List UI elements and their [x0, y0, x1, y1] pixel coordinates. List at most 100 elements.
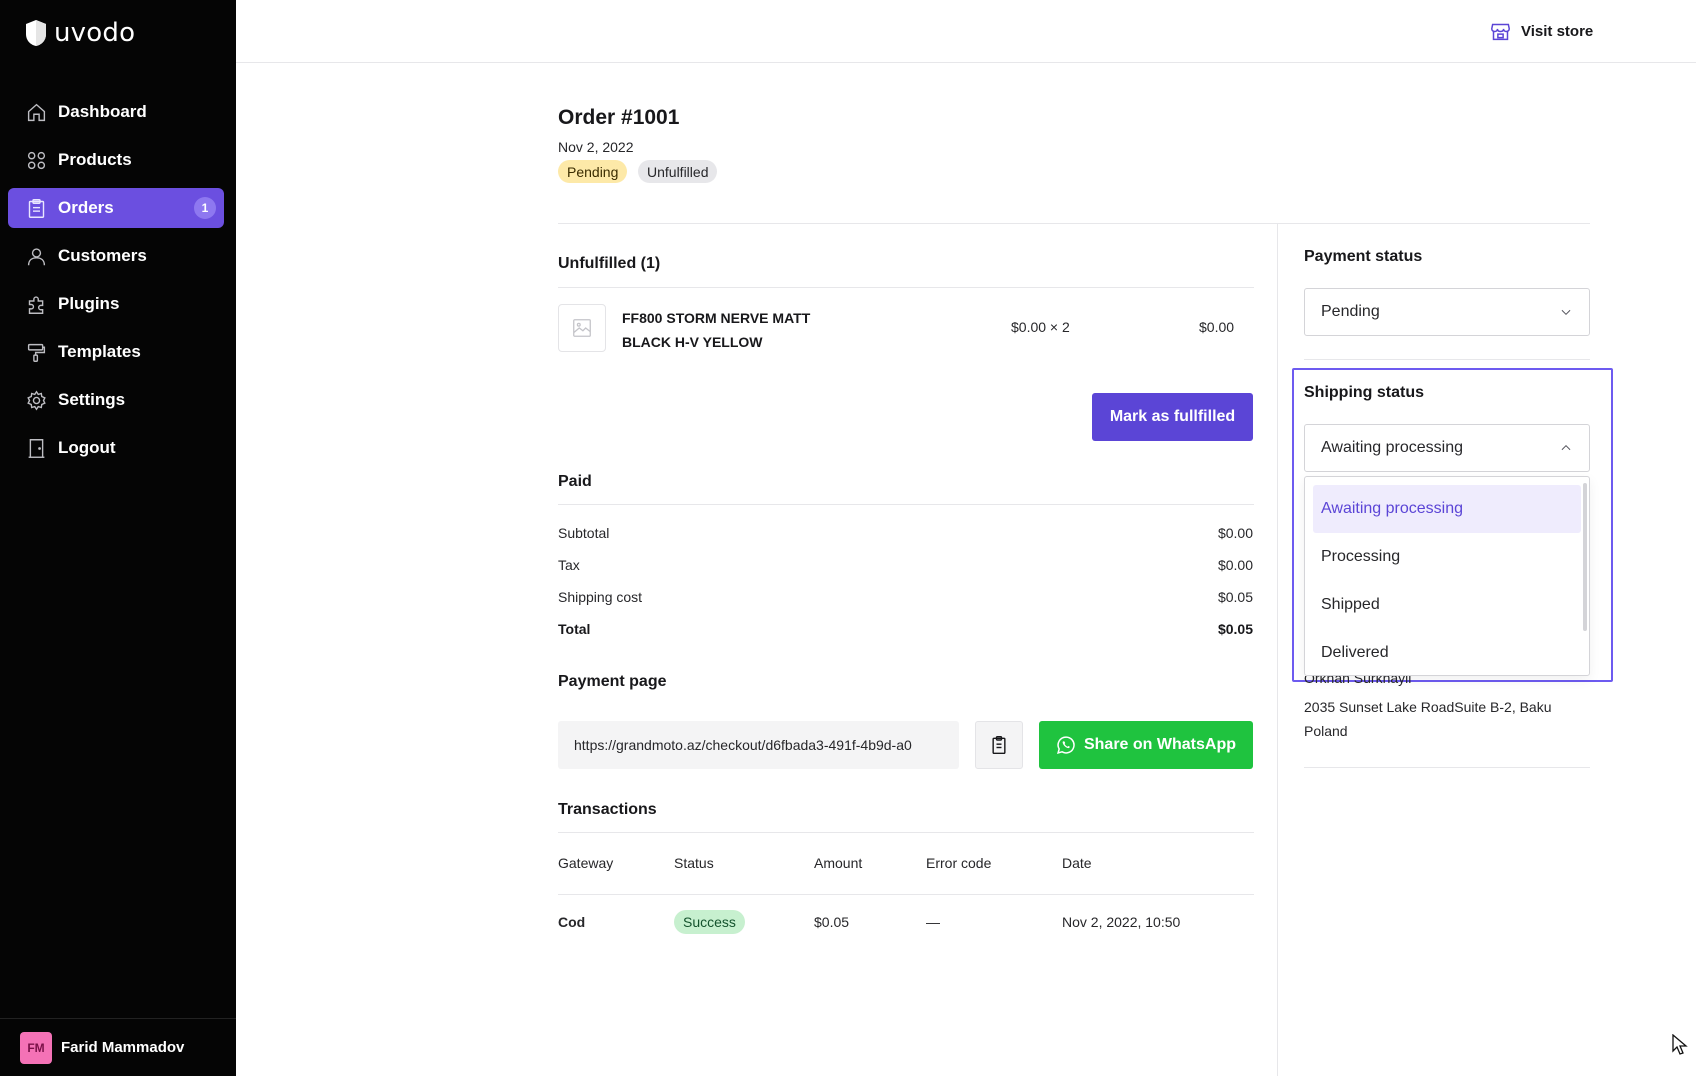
logo[interactable]: uvodo — [24, 18, 135, 48]
avatar: FM — [20, 1031, 52, 1064]
shipping-status-dropdown: Awaiting processing Processing Shipped D… — [1304, 476, 1590, 676]
sidebar-item-orders[interactable]: Orders 1 — [8, 188, 224, 228]
option-delivered[interactable]: Delivered — [1313, 629, 1581, 675]
chevron-up-icon — [1561, 445, 1571, 451]
whatsapp-icon — [1056, 736, 1075, 754]
product-name[interactable]: FF800 STORM NERVE MATT BLACK H-V YELLOW — [622, 306, 842, 354]
total-value: $0.05 — [1217, 621, 1253, 637]
sidebar-nav: Dashboard Products Orders 1 Customers Pl… — [8, 92, 224, 476]
product-thumbnail — [558, 304, 606, 352]
divider — [1304, 767, 1590, 768]
shipping-cost-value: $0.05 — [1217, 589, 1253, 605]
column-header-gateway: Gateway — [558, 855, 614, 871]
sidebar-item-label: Logout — [58, 438, 116, 457]
product-price-quantity: $0.00 × 2 — [1011, 319, 1070, 335]
sidebar-item-customers[interactable]: Customers — [8, 236, 224, 276]
image-placeholder-icon — [573, 319, 591, 337]
unfulfilled-title: Unfulfilled (1) — [558, 255, 661, 272]
sidebar-item-label: Orders — [58, 198, 114, 217]
visit-store-label: Visit store — [1521, 23, 1594, 40]
transaction-date: Nov 2, 2022, 10:50 — [1062, 914, 1181, 930]
topbar — [236, 0, 1696, 63]
divider — [558, 894, 1254, 895]
sidebar-item-label: Templates — [58, 342, 141, 361]
column-header-error-code: Error code — [926, 855, 992, 871]
sidebar-item-label: Products — [58, 150, 132, 169]
sidebar-item-dashboard[interactable]: Dashboard — [8, 92, 224, 132]
column-header-amount: Amount — [814, 855, 863, 871]
product-line-total: $0.00 — [1199, 319, 1235, 335]
column-header-date: Date — [1062, 855, 1092, 871]
subtotal-label: Subtotal — [558, 525, 610, 541]
payment-status-badge: Pending — [558, 160, 628, 183]
tax-value: $0.00 — [1217, 557, 1253, 573]
tax-label: Tax — [558, 557, 580, 573]
address-line-1: 2035 Sunset Lake RoadSuite B-2, Baku — [1304, 699, 1552, 715]
column-header-status: Status — [674, 855, 714, 871]
user-name: Farid Mammadov — [61, 1039, 185, 1056]
chevron-down-icon — [1561, 309, 1571, 315]
user-profile[interactable]: FM Farid Mammadov — [0, 1018, 236, 1076]
option-processing[interactable]: Processing — [1313, 533, 1581, 581]
divider — [558, 223, 1590, 224]
transactions-title: Transactions — [558, 801, 657, 818]
visit-store-link[interactable]: Visit store — [1490, 21, 1593, 42]
gear-icon — [25, 389, 47, 411]
sidebar-item-label: Customers — [58, 246, 147, 265]
sidebar-item-logout[interactable]: Logout — [8, 428, 224, 468]
sidebar-item-settings[interactable]: Settings — [8, 380, 224, 420]
sidebar: uvodo Dashboard Products Orders 1 Custom… — [0, 0, 236, 1076]
sidebar-item-label: Plugins — [58, 294, 120, 313]
mark-as-fulfilled-button[interactable]: Mark as fullfilled — [1092, 393, 1253, 441]
shipping-status-value: Awaiting processing — [1321, 439, 1464, 456]
share-whatsapp-label: Share on WhatsApp — [1083, 736, 1236, 753]
sidebar-item-label: Dashboard — [58, 102, 147, 121]
sidebar-item-products[interactable]: Products — [8, 140, 224, 180]
clipboard-icon — [25, 197, 47, 219]
subtotal-value: $0.00 — [1217, 525, 1253, 541]
payment-page-title: Payment page — [558, 673, 667, 690]
grid-icon — [25, 149, 47, 171]
mouse-cursor-icon — [1672, 1034, 1688, 1055]
divider — [558, 832, 1254, 833]
share-whatsapp-button[interactable]: Share on WhatsApp — [1039, 721, 1253, 769]
shipping-status-select[interactable]: Awaiting processing — [1304, 424, 1590, 472]
user-icon — [25, 245, 47, 267]
paint-roller-icon — [25, 341, 47, 363]
clipboard-copy-icon — [992, 735, 1006, 755]
address-country: Poland — [1304, 723, 1348, 739]
paid-title: Paid — [558, 473, 592, 490]
transaction-amount: $0.05 — [814, 914, 850, 930]
door-icon — [25, 437, 47, 459]
copy-url-button[interactable] — [975, 721, 1023, 769]
home-icon — [25, 101, 47, 123]
shipping-status-title: Shipping status — [1304, 384, 1424, 401]
payment-status-select[interactable]: Pending — [1304, 288, 1590, 336]
payment-status-value: Pending — [1321, 303, 1380, 320]
transaction-gateway: Cod — [558, 914, 586, 930]
address-name: Orkhan Surkhayli — [1304, 676, 1594, 688]
dropdown-scrollbar[interactable] — [1583, 483, 1587, 631]
sidebar-item-label: Settings — [58, 390, 126, 409]
shipping-cost-label: Shipping cost — [558, 589, 643, 605]
fulfillment-status-badge: Unfulfilled — [638, 160, 718, 183]
orders-count-badge: 1 — [194, 197, 216, 219]
transaction-error-code: — — [926, 914, 940, 930]
payment-url-field[interactable] — [558, 721, 959, 769]
logo-text: uvodo — [54, 18, 136, 48]
payment-status-title: Payment status — [1304, 248, 1423, 265]
divider — [1304, 359, 1590, 360]
sidebar-item-templates[interactable]: Templates — [8, 332, 224, 372]
option-awaiting-processing[interactable]: Awaiting processing — [1313, 485, 1581, 533]
sidebar-item-plugins[interactable]: Plugins — [8, 284, 224, 324]
option-shipped[interactable]: Shipped — [1313, 581, 1581, 629]
column-divider — [1277, 223, 1278, 1076]
uvodo-logo-icon — [26, 20, 46, 46]
order-date: Nov 2, 2022 — [558, 139, 634, 155]
divider — [558, 504, 1254, 505]
page-title: Order #1001 — [558, 106, 680, 129]
store-icon — [1491, 23, 1510, 41]
total-label: Total — [558, 621, 591, 637]
divider — [558, 287, 1254, 288]
transaction-status-badge: Success — [674, 910, 745, 934]
